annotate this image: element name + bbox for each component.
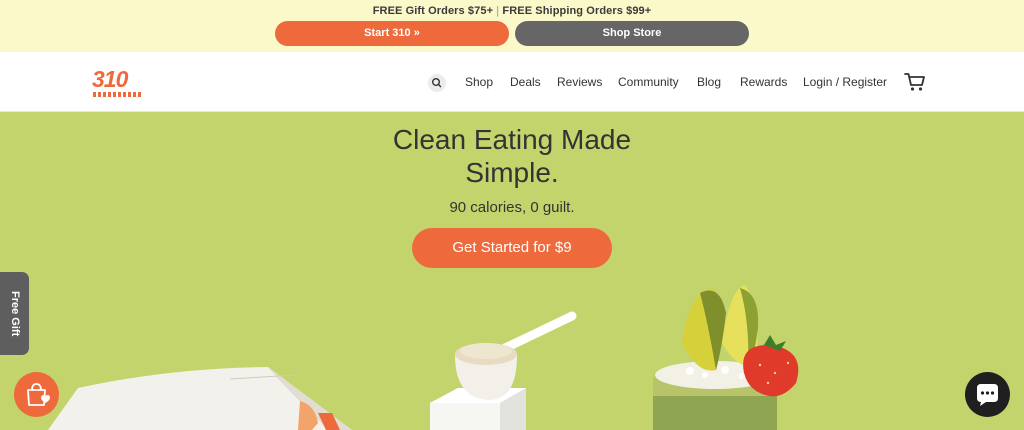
nav-shop[interactable]: Shop <box>465 75 493 89</box>
hero-subtitle: 90 calories, 0 guilt. <box>449 199 575 216</box>
protein-scoop-image <box>455 311 577 400</box>
shopping-bag-heart-icon <box>27 383 50 406</box>
cart-icon <box>904 73 925 91</box>
hero-title: Clean Eating Made Simple. <box>312 123 712 189</box>
promo-bar: FREE Gift Orders $75+ | FREE Shipping Or… <box>0 0 1024 52</box>
nav-reviews[interactable]: Reviews <box>557 75 602 89</box>
cart-button[interactable] <box>904 71 926 93</box>
get-started-button[interactable]: Get Started for $9 <box>412 228 612 268</box>
free-gift-label: Free Gift <box>9 291 21 337</box>
logo-stripes <box>93 92 141 97</box>
shop-store-button[interactable]: Shop Store <box>515 21 749 46</box>
hero-title-line-2: Simple. <box>465 157 559 188</box>
logo[interactable]: 310 <box>92 66 144 100</box>
nav-rewards[interactable]: Rewards <box>740 75 787 89</box>
nav-deals[interactable]: Deals <box>510 75 541 89</box>
start-310-button[interactable]: Start 310 » <box>275 21 509 46</box>
hero-title-line-1: Clean Eating Made <box>392 124 632 155</box>
site-header: 310 Shop Deals Reviews Community Blog Re… <box>0 52 1024 112</box>
rewards-bag-button[interactable] <box>14 372 59 417</box>
promo-shipping-text: FREE Shipping Orders $99+ <box>502 5 652 17</box>
search-icon <box>431 77 442 88</box>
promo-separator: | <box>496 5 500 17</box>
smoothie-jar-image <box>653 285 799 430</box>
promo-text: FREE Gift Orders $75+ | FREE Shipping Or… <box>0 5 1024 17</box>
chat-icon <box>977 384 998 406</box>
free-gift-tab[interactable]: Free Gift <box>0 272 29 355</box>
chat-button[interactable] <box>965 372 1010 417</box>
nav-blog[interactable]: Blog <box>697 75 721 89</box>
logo-text: 310 <box>92 66 128 92</box>
shake-bag-image <box>48 367 352 430</box>
promo-gift-text: FREE Gift Orders $75+ <box>372 5 494 17</box>
nav-login-register[interactable]: Login / Register <box>803 75 887 89</box>
nav-community[interactable]: Community <box>618 75 679 89</box>
search-button[interactable] <box>428 74 446 92</box>
